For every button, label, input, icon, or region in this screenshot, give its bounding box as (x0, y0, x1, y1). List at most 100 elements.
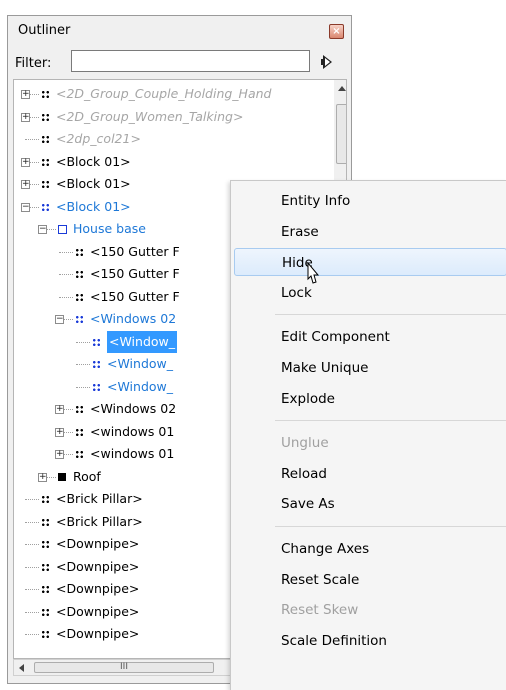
menu-separator (275, 314, 506, 316)
tree-connector (25, 499, 39, 501)
component-icon (75, 427, 84, 437)
expand-icon[interactable]: + (38, 472, 47, 482)
menu-item-reload[interactable]: Reload (234, 460, 506, 488)
tree-row[interactable]: + <Block 01> (14, 151, 332, 173)
tree-connector (59, 251, 73, 254)
menu-item-reset-scale[interactable]: Reset Scale (234, 566, 506, 594)
tree-connector (25, 566, 39, 569)
menu-item-erase[interactable]: Erase (234, 218, 506, 246)
tree-row-label: <Brick Pillar> (56, 491, 143, 506)
collapse-icon[interactable]: − (21, 202, 30, 212)
filter-label: Filter: (15, 56, 52, 71)
tree-row-label: <2dp_col21> (56, 131, 141, 146)
component-icon (41, 517, 50, 527)
tree-row-label: <Downpipe> (56, 626, 140, 641)
component-icon (41, 585, 50, 594)
menu-item-entity-info[interactable]: Entity Info (234, 187, 506, 215)
tree-row-label: <Window_ (107, 356, 174, 371)
menu-item-save-as[interactable]: Save As (234, 490, 506, 518)
menu-separator (275, 526, 506, 527)
component-icon (75, 292, 84, 302)
component-icon (92, 360, 101, 369)
tree-row-label: <150 Gutter F (90, 288, 180, 304)
menu-item-explode[interactable]: Explode (234, 385, 506, 413)
expand-icon[interactable]: + (21, 112, 30, 122)
tree-row-label: <Brick Pillar> (56, 513, 143, 529)
expand-icon[interactable]: + (21, 180, 30, 189)
tree-row-label: <Downpipe> (56, 558, 140, 574)
tree-connector (25, 544, 39, 546)
tree-row-label: <2D_Group_Women_Talking> (56, 108, 244, 124)
component-icon (92, 382, 101, 392)
component-icon (75, 405, 84, 414)
component-icon (41, 495, 50, 504)
component-icon (75, 247, 84, 257)
collapse-icon[interactable]: − (38, 225, 47, 234)
outliner-title: Outliner (18, 23, 71, 38)
tree-row-label: <Windows 02 (90, 401, 177, 416)
component-icon (41, 202, 50, 212)
tree-connector (76, 364, 90, 366)
close-icon[interactable]: × (329, 24, 344, 39)
expand-icon[interactable]: + (55, 427, 64, 437)
tree-row-label: Roof (73, 468, 101, 484)
menu-item-lock[interactable]: Lock (234, 279, 506, 307)
scroll-thumb[interactable] (336, 104, 346, 164)
tree-row-label: <150 Gutter F (90, 243, 180, 259)
tree-row-label: <150 Gutter F (90, 266, 180, 281)
tree-row-label: <Window_ (107, 330, 178, 353)
tree-connector (76, 386, 90, 389)
tree-row-label: <Downpipe> (56, 536, 140, 551)
tree-connector (25, 611, 39, 614)
tree-row-label: House base (73, 221, 146, 236)
scroll-thumb-horizontal[interactable]: III (34, 662, 214, 673)
scroll-left-icon[interactable] (19, 664, 24, 672)
expand-icon[interactable]: + (21, 90, 30, 99)
tree-connector (25, 634, 39, 636)
component-icon (41, 630, 50, 639)
tree-connector (25, 521, 39, 524)
tree-row-label: <Windows 02 (90, 311, 177, 326)
tree-row-label: <Block 01> (56, 153, 131, 169)
component-icon (41, 607, 50, 617)
tree-row[interactable]: <2dp_col21> (14, 128, 332, 150)
horizontal-scrollbar[interactable]: III (13, 659, 235, 676)
component-icon (41, 90, 50, 99)
component-icon (41, 135, 50, 144)
menu-item-change-axes[interactable]: Change Axes (234, 535, 506, 563)
tree-connector (25, 139, 39, 141)
component-icon (41, 157, 50, 167)
tree-row-label: <Downpipe> (56, 603, 140, 619)
tree-connector (76, 341, 90, 344)
component-icon (41, 540, 50, 549)
component-icon (41, 562, 50, 572)
group-icon (58, 225, 67, 234)
component-icon (75, 315, 84, 324)
tree-row-label: <Downpipe> (56, 581, 140, 596)
menu-item-make-unique[interactable]: Make Unique (234, 354, 506, 382)
tree-row[interactable]: + <2D_Group_Women_Talking> (14, 106, 332, 128)
filter-input[interactable] (71, 50, 310, 72)
expand-icon[interactable]: + (55, 405, 64, 414)
menu-item-scale-definition[interactable]: Scale Definition (234, 627, 506, 655)
solid-group-icon (58, 472, 66, 481)
tree-row-label: <Block 01> (56, 176, 131, 191)
component-icon (41, 112, 50, 122)
tree-connector (59, 274, 73, 276)
collapse-icon[interactable]: − (55, 315, 64, 324)
menu-item-unglue: Unglue (281, 435, 329, 452)
tree-row-label: <windows 01 (90, 446, 175, 461)
menu-item-hide[interactable]: Hide (234, 248, 506, 277)
menu-item-edit-component[interactable]: Edit Component (234, 323, 506, 351)
component-icon (92, 337, 101, 347)
filter-apply-arrow-icon[interactable] (319, 53, 335, 71)
component-icon (41, 180, 50, 189)
component-icon (75, 270, 84, 279)
menu-separator (275, 420, 506, 422)
component-icon (75, 450, 84, 459)
tree-connector (59, 296, 73, 299)
scroll-up-icon[interactable] (338, 86, 346, 91)
tree-row[interactable]: + <2D_Group_Couple_Holding_Hand (14, 83, 332, 105)
expand-icon[interactable]: + (21, 157, 30, 167)
expand-icon[interactable]: + (55, 450, 64, 459)
